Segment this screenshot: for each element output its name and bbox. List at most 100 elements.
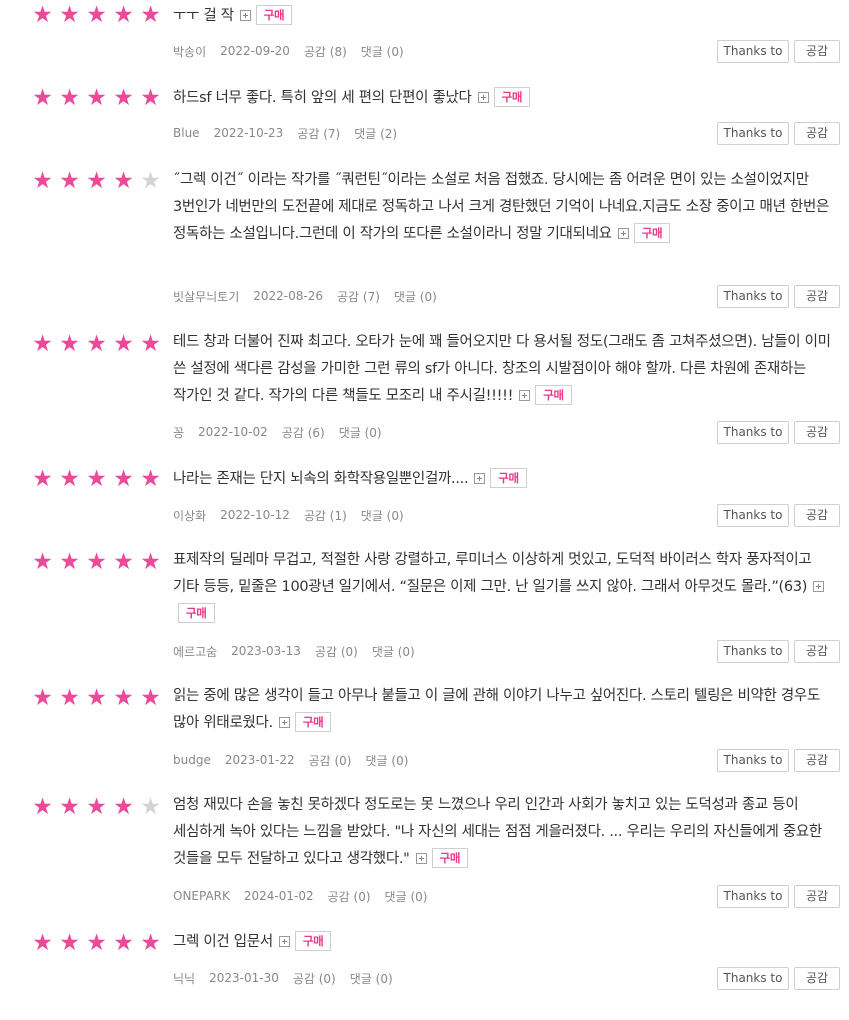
star-icon: ★: [59, 331, 80, 357]
review-body: 하드sf 너무 좋다. 특히 앞의 세 편의 단편이 좋났다 구매: [173, 85, 841, 112]
expand-icon[interactable]: [477, 92, 489, 103]
star-icon: ★: [59, 466, 80, 492]
purchase-badge: 구매: [255, 5, 293, 25]
thanks-to-button[interactable]: Thanks to: [717, 504, 789, 527]
star-icon: ★: [113, 930, 134, 956]
review-body: 나라는 존재는 단지 뇌속의 화학작용일뿐인걸까.... 구매: [173, 466, 841, 493]
expand-icon[interactable]: [813, 581, 825, 592]
purchase-badge: 구매: [633, 223, 671, 243]
like-button[interactable]: 공감: [794, 885, 840, 908]
comment-count[interactable]: 댓글 (0): [385, 888, 428, 905]
star-icon: ★: [113, 685, 134, 711]
star-icon: ★: [32, 930, 53, 956]
review-author[interactable]: 에르고숨: [173, 643, 217, 660]
star-rating: ★ ★ ★ ★ ★: [29, 331, 164, 357]
star-icon: ★: [86, 331, 107, 357]
star-icon: ★: [86, 930, 107, 956]
star-icon: ★: [32, 85, 53, 111]
review-date: 2023-03-13: [231, 644, 301, 658]
expand-icon[interactable]: [239, 10, 251, 21]
review-date: 2022-09-20: [220, 44, 290, 58]
expand-icon[interactable]: [519, 390, 531, 401]
review-author[interactable]: ONEPARK: [173, 889, 230, 903]
like-count: 공감 (6): [281, 425, 325, 440]
star-rating: ★ ★ ★ ★ ★: [29, 2, 164, 28]
comment-count[interactable]: 댓글 (2): [354, 125, 397, 142]
thanks-to-button[interactable]: Thanks to: [717, 285, 789, 308]
purchase-badge: 구매: [178, 603, 215, 623]
like-button[interactable]: 공감: [794, 967, 840, 990]
review-date: 2023-01-22: [224, 753, 295, 767]
like-button[interactable]: 공감: [794, 749, 840, 772]
review-meta: 에르고숨 2023-03-13 공감 (0) 댓글 (0): [173, 641, 415, 661]
review-actions: Thanks to 공감: [717, 122, 840, 145]
expand-icon[interactable]: [474, 473, 486, 484]
review-author[interactable]: Blue: [173, 126, 200, 140]
like-button[interactable]: 공감: [794, 122, 840, 145]
expand-icon[interactable]: [278, 717, 290, 728]
review-date: 2023-01-30: [209, 971, 279, 985]
review-text: 그렉 이건 입문서: [173, 934, 273, 950]
star-icon: ★: [59, 2, 80, 28]
like-button[interactable]: 공감: [794, 40, 840, 63]
review-actions: Thanks to 공감: [717, 421, 840, 444]
star-icon: ★: [32, 331, 53, 357]
thanks-to-button[interactable]: Thanks to: [717, 749, 789, 772]
thanks-to-button[interactable]: Thanks to: [717, 967, 789, 990]
star-icon: ★: [59, 685, 80, 711]
purchase-badge: 구매: [294, 931, 332, 951]
review-author[interactable]: budge: [173, 753, 211, 767]
comment-count[interactable]: 댓글 (0): [372, 643, 415, 660]
purchase-badge: 구매: [493, 87, 531, 107]
review-author[interactable]: 닉닉: [173, 970, 195, 987]
review-body: 읽는 중에 많은 생각이 들고 아무나 붙들고 이 글에 관해 이야기 나누고 …: [173, 683, 841, 737]
star-rating: ★ ★ ★ ★ ★: [29, 466, 164, 492]
review-body: 테드 창과 더불어 진짜 최고다. 오타가 눈에 꽤 들어오지만 다 용서될 정…: [173, 329, 841, 410]
like-button[interactable]: 공감: [794, 421, 840, 444]
comment-count[interactable]: 댓글 (0): [394, 288, 437, 305]
like-count: 공감 (0): [327, 889, 371, 904]
star-icon: ★: [140, 331, 161, 357]
expand-icon[interactable]: [278, 936, 290, 947]
expand-icon[interactable]: [617, 228, 629, 239]
review-meta: 이상화 2022-10-12 공감 (1) 댓글 (0): [173, 505, 404, 525]
star-icon: ★: [59, 794, 80, 820]
star-icon: ★: [86, 168, 107, 194]
star-icon: ★: [59, 549, 80, 575]
star-icon: ★: [113, 794, 134, 820]
review-author[interactable]: 꽁: [173, 424, 184, 441]
thanks-to-button[interactable]: Thanks to: [717, 40, 789, 63]
star-icon: ★: [140, 168, 161, 194]
review-author[interactable]: 빗살무늬토기: [173, 288, 239, 305]
expand-icon[interactable]: [415, 853, 427, 864]
review-meta: 빗살무늬토기 2022-08-26 공감 (7) 댓글 (0): [173, 286, 437, 306]
comment-count[interactable]: 댓글 (0): [350, 970, 393, 987]
like-button[interactable]: 공감: [794, 504, 840, 527]
like-button[interactable]: 공감: [794, 285, 840, 308]
comment-count[interactable]: 댓글 (0): [339, 424, 382, 441]
like-count: 공감 (1): [303, 508, 347, 523]
star-icon: ★: [140, 85, 161, 111]
comment-count[interactable]: 댓글 (0): [366, 752, 409, 769]
star-rating: ★ ★ ★ ★ ★: [29, 549, 164, 575]
thanks-to-button[interactable]: Thanks to: [717, 640, 789, 663]
thanks-to-button[interactable]: Thanks to: [717, 421, 789, 444]
star-icon: ★: [140, 549, 161, 575]
purchase-badge: 구매: [294, 712, 332, 732]
star-rating: ★ ★ ★ ★ ★: [29, 85, 164, 111]
review-date: 2022-10-23: [213, 126, 284, 140]
star-icon: ★: [140, 930, 161, 956]
thanks-to-button[interactable]: Thanks to: [717, 122, 789, 145]
comment-count[interactable]: 댓글 (0): [361, 507, 404, 524]
review-meta: 닉닉 2023-01-30 공감 (0) 댓글 (0): [173, 968, 393, 988]
review-author[interactable]: 이상화: [173, 507, 206, 524]
star-icon: ★: [113, 168, 134, 194]
comment-count[interactable]: 댓글 (0): [361, 43, 404, 60]
like-button[interactable]: 공감: [794, 640, 840, 663]
review-author[interactable]: 박송이: [173, 43, 206, 60]
star-icon: ★: [86, 466, 107, 492]
thanks-to-button[interactable]: Thanks to: [717, 885, 789, 908]
review-meta: 박송이 2022-09-20 공감 (8) 댓글 (0): [173, 41, 404, 61]
star-icon: ★: [113, 331, 134, 357]
star-icon: ★: [32, 685, 53, 711]
